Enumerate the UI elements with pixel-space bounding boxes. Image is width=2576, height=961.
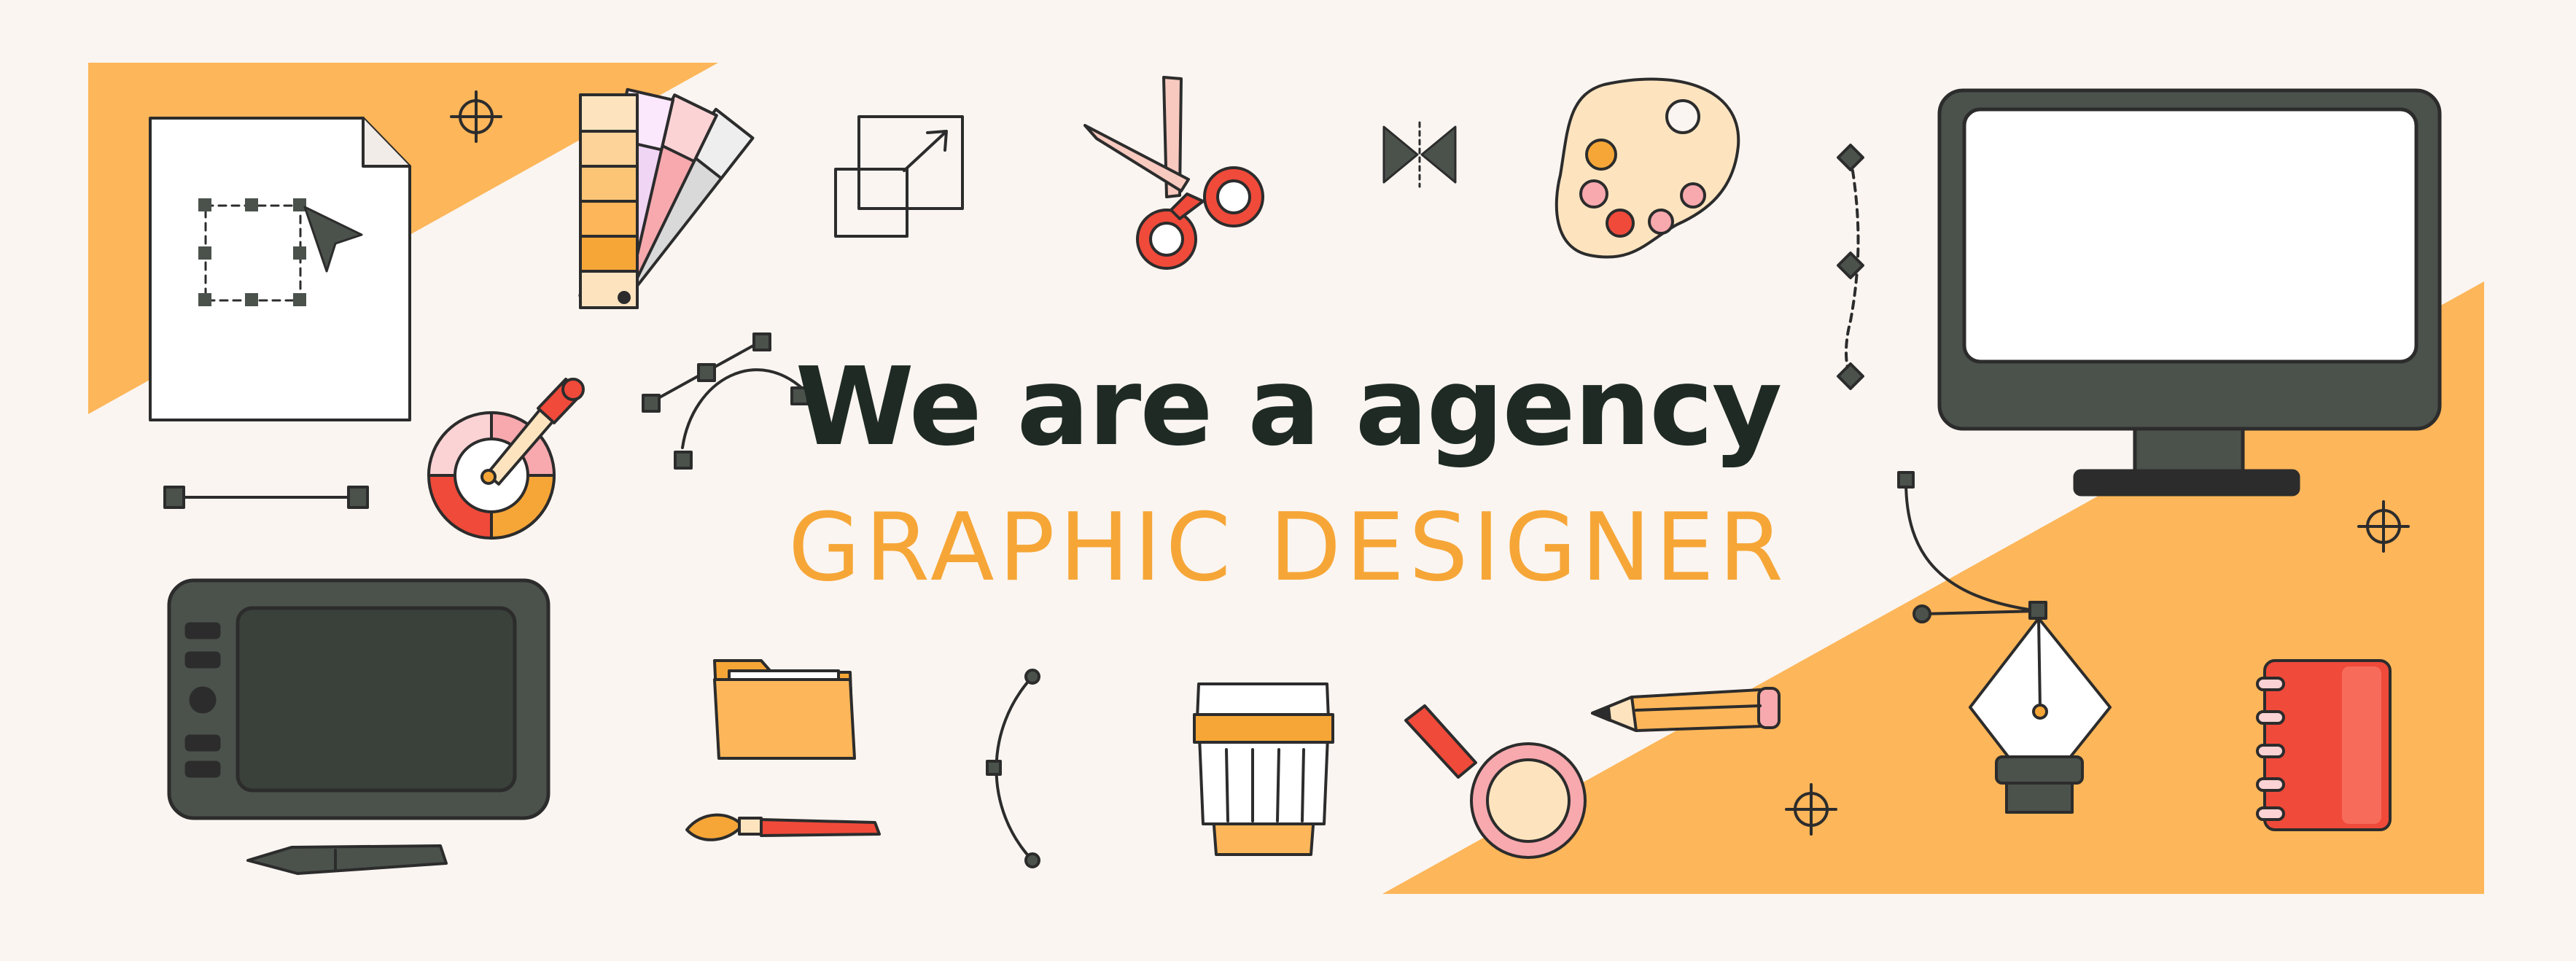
paint-palette-icon xyxy=(1554,77,1740,259)
illustration xyxy=(88,63,2484,894)
notebook-icon xyxy=(2256,659,2392,831)
subline: GRAPHIC DESIGNER xyxy=(788,494,1788,602)
arc-curve-icon xyxy=(986,669,1040,868)
bowtie-icon xyxy=(1382,121,1457,188)
paintbrush-icon xyxy=(685,813,881,841)
agency-banner: We are a agency GRAPHIC DESIGNER xyxy=(0,0,2576,961)
coffee-cup-icon xyxy=(1193,682,1334,856)
resize-frames-icon xyxy=(834,115,964,238)
stylus-icon xyxy=(246,844,448,875)
drawing-tablet-icon xyxy=(167,578,550,820)
pencil-icon xyxy=(1591,687,1781,732)
color-swatch-fan-icon xyxy=(578,87,755,309)
headline: We are a agency xyxy=(795,344,1783,470)
magnifier-icon xyxy=(1404,704,1587,859)
folder-icon xyxy=(713,659,856,760)
scissors-icon xyxy=(1083,76,1264,270)
